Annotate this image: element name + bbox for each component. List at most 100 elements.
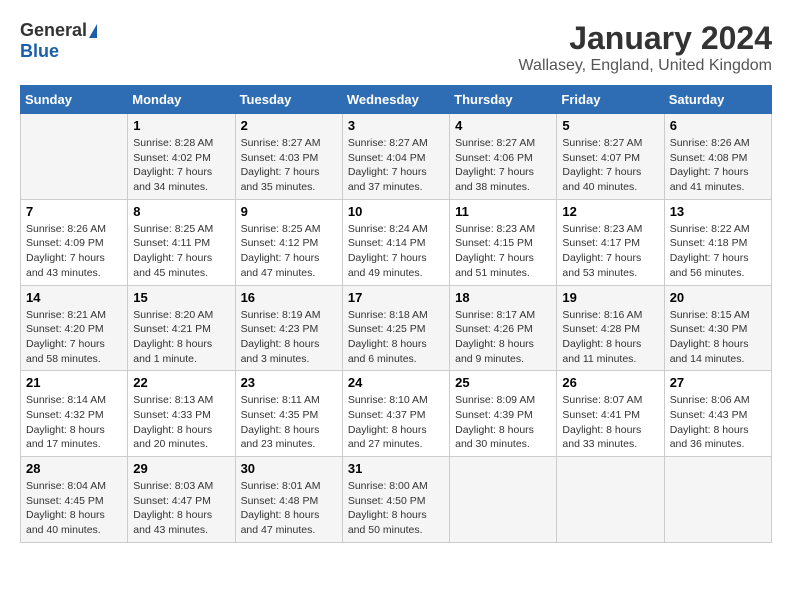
day-info: Sunrise: 8:15 AMSunset: 4:30 PMDaylight:… xyxy=(670,308,766,367)
day-cell: 9Sunrise: 8:25 AMSunset: 4:12 PMDaylight… xyxy=(235,199,342,285)
day-cell: 12 Sunrise: 8:23 AMSunset: 4:17 PMDayligh… xyxy=(557,199,664,285)
day-number: 11 xyxy=(455,204,551,219)
day-info: Sunrise: 8:09 AMSunset: 4:39 PMDaylight:… xyxy=(455,393,551,452)
day-cell: 2Sunrise: 8:27 AMSunset: 4:03 PMDaylight… xyxy=(235,114,342,200)
day-cell xyxy=(21,114,128,200)
day-cell: 24 Sunrise: 8:10 AMSunset: 4:37 PMDayligh… xyxy=(342,371,449,457)
day-info: Sunrise: 8:23 AMSunset: 4:17 PMDaylight:… xyxy=(562,222,658,281)
day-info: Sunrise: 8:22 AMSunset: 4:18 PMDaylight:… xyxy=(670,222,766,281)
day-number: 8 xyxy=(133,204,229,219)
day-number: 12 xyxy=(562,204,658,219)
day-cell: 22Sunrise: 8:13 AMSunset: 4:33 PMDayligh… xyxy=(128,371,235,457)
day-info: Sunrise: 8:26 AMSunset: 4:09 PMDaylight:… xyxy=(26,222,122,281)
day-info: Sunrise: 8:20 AMSunset: 4:21 PMDaylight:… xyxy=(133,308,229,367)
day-number: 27 xyxy=(670,375,766,390)
day-number: 7 xyxy=(26,204,122,219)
logo: General Blue xyxy=(20,20,97,62)
day-info: Sunrise: 8:27 AMSunset: 4:03 PMDaylight:… xyxy=(241,136,337,195)
day-number: 21 xyxy=(26,375,122,390)
day-cell: 18 Sunrise: 8:17 AMSunset: 4:26 PMDayligh… xyxy=(450,285,557,371)
day-number: 13 xyxy=(670,204,766,219)
day-number: 15 xyxy=(133,290,229,305)
header-day-saturday: Saturday xyxy=(664,86,771,114)
day-info: Sunrise: 8:17 AMSunset: 4:26 PMDaylight:… xyxy=(455,308,551,367)
day-cell: 10 Sunrise: 8:24 AMSunset: 4:14 PMDayligh… xyxy=(342,199,449,285)
day-cell: 17 Sunrise: 8:18 AMSunset: 4:25 PMDayligh… xyxy=(342,285,449,371)
title-area: January 2024 Wallasey, England, United K… xyxy=(519,20,772,75)
day-cell: 3 Sunrise: 8:27 AMSunset: 4:04 PMDaylight… xyxy=(342,114,449,200)
day-info: Sunrise: 8:01 AMSunset: 4:48 PMDaylight:… xyxy=(241,479,337,538)
day-cell: 23Sunrise: 8:11 AMSunset: 4:35 PMDayligh… xyxy=(235,371,342,457)
day-cell: 16Sunrise: 8:19 AMSunset: 4:23 PMDayligh… xyxy=(235,285,342,371)
day-info: Sunrise: 8:00 AMSunset: 4:50 PMDaylight:… xyxy=(348,479,444,538)
day-number: 10 xyxy=(348,204,444,219)
day-info: Sunrise: 8:19 AMSunset: 4:23 PMDaylight:… xyxy=(241,308,337,367)
day-number: 19 xyxy=(562,290,658,305)
logo-blue-text: Blue xyxy=(20,41,59,62)
day-info: Sunrise: 8:06 AMSunset: 4:43 PMDaylight:… xyxy=(670,393,766,452)
location: Wallasey, England, United Kingdom xyxy=(519,57,772,75)
day-cell: 19 Sunrise: 8:16 AMSunset: 4:28 PMDayligh… xyxy=(557,285,664,371)
day-cell: 1Sunrise: 8:28 AMSunset: 4:02 PMDaylight… xyxy=(128,114,235,200)
day-info: Sunrise: 8:07 AMSunset: 4:41 PMDaylight:… xyxy=(562,393,658,452)
header-day-sunday: Sunday xyxy=(21,86,128,114)
day-info: Sunrise: 8:14 AMSunset: 4:32 PMDaylight:… xyxy=(26,393,122,452)
day-cell: 26 Sunrise: 8:07 AMSunset: 4:41 PMDayligh… xyxy=(557,371,664,457)
day-number: 28 xyxy=(26,461,122,476)
day-number: 29 xyxy=(133,461,229,476)
day-cell: 25 Sunrise: 8:09 AMSunset: 4:39 PMDayligh… xyxy=(450,371,557,457)
day-cell: 27 Sunrise: 8:06 AMSunset: 4:43 PMDayligh… xyxy=(664,371,771,457)
day-cell: 30 Sunrise: 8:01 AMSunset: 4:48 PMDayligh… xyxy=(235,457,342,543)
day-cell: 8Sunrise: 8:25 AMSunset: 4:11 PMDaylight… xyxy=(128,199,235,285)
day-info: Sunrise: 8:11 AMSunset: 4:35 PMDaylight:… xyxy=(241,393,337,452)
logo-general-text: General xyxy=(20,20,87,41)
day-number: 24 xyxy=(348,375,444,390)
day-number: 6 xyxy=(670,118,766,133)
day-info: Sunrise: 8:27 AMSunset: 4:07 PMDaylight:… xyxy=(562,136,658,195)
week-row-2: 14Sunrise: 8:21 AMSunset: 4:20 PMDayligh… xyxy=(21,285,772,371)
day-number: 3 xyxy=(348,118,444,133)
month-title: January 2024 xyxy=(519,20,772,57)
header-day-thursday: Thursday xyxy=(450,86,557,114)
week-row-3: 21 Sunrise: 8:14 AMSunset: 4:32 PMDayligh… xyxy=(21,371,772,457)
day-cell: 4Sunrise: 8:27 AMSunset: 4:06 PMDaylight… xyxy=(450,114,557,200)
day-cell: 7 Sunrise: 8:26 AMSunset: 4:09 PMDaylight… xyxy=(21,199,128,285)
header-row: SundayMondayTuesdayWednesdayThursdayFrid… xyxy=(21,86,772,114)
day-number: 20 xyxy=(670,290,766,305)
day-cell xyxy=(557,457,664,543)
day-number: 18 xyxy=(455,290,551,305)
header-day-tuesday: Tuesday xyxy=(235,86,342,114)
day-number: 25 xyxy=(455,375,551,390)
day-info: Sunrise: 8:03 AMSunset: 4:47 PMDaylight:… xyxy=(133,479,229,538)
day-cell: 15 Sunrise: 8:20 AMSunset: 4:21 PMDayligh… xyxy=(128,285,235,371)
calendar-table: SundayMondayTuesdayWednesdayThursdayFrid… xyxy=(20,85,772,543)
day-cell xyxy=(664,457,771,543)
logo-icon xyxy=(89,24,97,38)
day-cell: 28 Sunrise: 8:04 AMSunset: 4:45 PMDayligh… xyxy=(21,457,128,543)
day-info: Sunrise: 8:25 AMSunset: 4:12 PMDaylight:… xyxy=(241,222,337,281)
day-cell: 31 Sunrise: 8:00 AMSunset: 4:50 PMDayligh… xyxy=(342,457,449,543)
day-number: 26 xyxy=(562,375,658,390)
day-number: 30 xyxy=(241,461,337,476)
day-info: Sunrise: 8:18 AMSunset: 4:25 PMDaylight:… xyxy=(348,308,444,367)
day-number: 17 xyxy=(348,290,444,305)
day-cell: 20 Sunrise: 8:15 AMSunset: 4:30 PMDayligh… xyxy=(664,285,771,371)
day-number: 31 xyxy=(348,461,444,476)
day-info: Sunrise: 8:27 AMSunset: 4:04 PMDaylight:… xyxy=(348,136,444,195)
day-cell: 6Sunrise: 8:26 AMSunset: 4:08 PMDaylight… xyxy=(664,114,771,200)
day-cell: 13 Sunrise: 8:22 AMSunset: 4:18 PMDayligh… xyxy=(664,199,771,285)
day-info: Sunrise: 8:24 AMSunset: 4:14 PMDaylight:… xyxy=(348,222,444,281)
day-cell: 14Sunrise: 8:21 AMSunset: 4:20 PMDayligh… xyxy=(21,285,128,371)
day-number: 1 xyxy=(133,118,229,133)
day-info: Sunrise: 8:04 AMSunset: 4:45 PMDaylight:… xyxy=(26,479,122,538)
week-row-4: 28 Sunrise: 8:04 AMSunset: 4:45 PMDayligh… xyxy=(21,457,772,543)
day-info: Sunrise: 8:10 AMSunset: 4:37 PMDaylight:… xyxy=(348,393,444,452)
day-cell: 11Sunrise: 8:23 AMSunset: 4:15 PMDayligh… xyxy=(450,199,557,285)
day-number: 14 xyxy=(26,290,122,305)
day-number: 22 xyxy=(133,375,229,390)
day-number: 5 xyxy=(562,118,658,133)
day-number: 4 xyxy=(455,118,551,133)
header-day-friday: Friday xyxy=(557,86,664,114)
day-info: Sunrise: 8:16 AMSunset: 4:28 PMDaylight:… xyxy=(562,308,658,367)
header-day-wednesday: Wednesday xyxy=(342,86,449,114)
